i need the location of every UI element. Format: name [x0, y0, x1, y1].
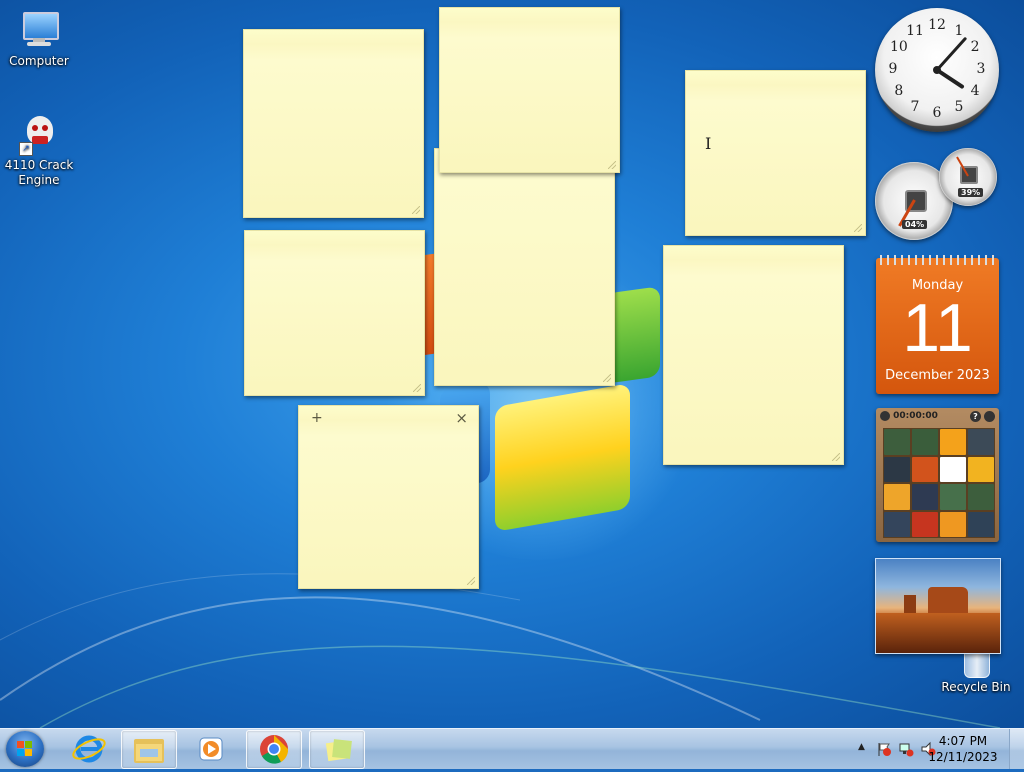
- new-note-button[interactable]: +: [311, 410, 323, 426]
- shortcut-arrow-icon: ↗: [19, 142, 33, 156]
- sticky-note[interactable]: [244, 230, 425, 396]
- resize-grip-icon[interactable]: [413, 384, 421, 392]
- resize-grip-icon[interactable]: [603, 374, 611, 382]
- timer-icon: [880, 411, 890, 421]
- resize-grip-icon[interactable]: [854, 224, 862, 232]
- sticky-note-active[interactable]: + ×: [298, 405, 479, 589]
- computer-icon: [19, 10, 59, 50]
- clock-center: [933, 66, 941, 74]
- show-hidden-icons-button[interactable]: ▲: [858, 742, 865, 752]
- puzzle-shuffle-icon[interactable]: [984, 411, 995, 422]
- taskbar: ▲ 4:07 PM 12/11/2023: [0, 728, 1024, 769]
- hour-hand: [935, 68, 965, 89]
- puzzle-timer: 00:00:00: [893, 411, 938, 421]
- sticky-note[interactable]: [663, 245, 844, 465]
- taskbar-windows-explorer[interactable]: [121, 730, 177, 769]
- puzzle-help-button[interactable]: ?: [970, 411, 981, 422]
- calendar-day-number: 11: [902, 290, 973, 366]
- resize-grip-icon[interactable]: [467, 577, 475, 585]
- desert-ground: [876, 613, 1000, 653]
- text-cursor-icon: I: [705, 134, 712, 153]
- taskbar-media-player[interactable]: [183, 730, 237, 767]
- clock-date[interactable]: 12/11/2023: [928, 750, 998, 764]
- skull-icon: ↗: [19, 114, 59, 156]
- puzzle-tile[interactable]: [968, 511, 994, 537]
- desktop-icon-recycle-bin[interactable]: Recycle Bin: [936, 650, 1016, 694]
- cpu-value: 04%: [902, 220, 928, 229]
- puzzle-tile[interactable]: [940, 511, 966, 537]
- windows-flag-icon: [17, 741, 32, 756]
- folder-icon: [134, 739, 164, 763]
- puzzle-tile[interactable]: [884, 456, 910, 482]
- mesa-rock: [904, 595, 916, 613]
- desktop-icon-crack-engine[interactable]: ↗ 4110 Crack Engine: [0, 114, 78, 188]
- chrome-icon: [260, 735, 289, 764]
- desktop-icon-label: Recycle Bin: [941, 680, 1011, 694]
- desktop-icon-label: Computer: [9, 54, 69, 68]
- start-button[interactable]: [6, 731, 44, 767]
- puzzle-tile[interactable]: [884, 429, 910, 455]
- puzzle-tile[interactable]: [912, 456, 938, 482]
- resize-grip-icon[interactable]: [832, 453, 840, 461]
- picture-puzzle-gadget[interactable]: 00:00:00 ?: [876, 408, 999, 542]
- puzzle-tile[interactable]: [968, 456, 994, 482]
- puzzle-tile[interactable]: [884, 484, 910, 510]
- resize-grip-icon[interactable]: [608, 161, 616, 169]
- taskbar-google-chrome[interactable]: [246, 730, 302, 769]
- mesa-rock: [928, 587, 968, 613]
- puzzle-tile[interactable]: [940, 484, 966, 510]
- calendar-gadget[interactable]: Monday 11 December 2023: [876, 255, 999, 394]
- puzzle-tile[interactable]: [940, 429, 966, 455]
- slideshow-gadget[interactable]: [875, 558, 1001, 654]
- clock-hands: [933, 37, 967, 89]
- puzzle-grid[interactable]: [883, 428, 995, 538]
- memory-dial: 39%: [939, 148, 997, 206]
- internet-explorer-icon: [72, 735, 106, 763]
- sticky-note[interactable]: [434, 148, 615, 386]
- resize-grip-icon[interactable]: [412, 206, 420, 214]
- desktop-icon-computer[interactable]: Computer: [0, 10, 78, 68]
- clock-time[interactable]: 4:07 PM: [928, 734, 998, 748]
- puzzle-tile[interactable]: [912, 511, 938, 537]
- puzzle-tile[interactable]: [940, 456, 966, 482]
- puzzle-tile[interactable]: [912, 484, 938, 510]
- sticky-note[interactable]: [439, 7, 620, 173]
- delete-note-button[interactable]: ×: [455, 409, 468, 427]
- clock-gadget[interactable]: 12 1 2 3 4 5 6 7 8 9 10 11: [875, 8, 999, 132]
- media-player-icon: [199, 737, 223, 761]
- action-center-flag-icon[interactable]: [876, 741, 892, 757]
- taskbar-internet-explorer[interactable]: [62, 730, 116, 767]
- calendar-rings: [880, 255, 995, 265]
- puzzle-tile[interactable]: [912, 429, 938, 455]
- desktop-background[interactable]: Computer ↗ 4110 Crack Engine Recycle Bin…: [0, 0, 1024, 728]
- desktop-icon-label: 4110 Crack Engine: [4, 158, 74, 187]
- taskbar-sticky-notes[interactable]: [309, 730, 365, 769]
- cpu-meter-gadget[interactable]: 04% 39%: [875, 148, 1000, 244]
- puzzle-tile[interactable]: [968, 484, 994, 510]
- puzzle-tile[interactable]: [884, 511, 910, 537]
- memory-value: 39%: [958, 188, 984, 197]
- calendar-month-year: December 2023: [885, 368, 990, 383]
- show-desktop-button[interactable]: [1009, 729, 1024, 769]
- sticky-note[interactable]: [243, 29, 424, 218]
- network-icon[interactable]: [898, 741, 914, 757]
- sticky-note-toolbar: [299, 406, 478, 432]
- notification-area: ▲ 4:07 PM 12/11/2023: [834, 729, 1024, 769]
- sticky-note[interactable]: [685, 70, 866, 236]
- sticky-notes-icon: [325, 739, 352, 762]
- minute-hand: [935, 37, 967, 72]
- recycle-bin-icon: [961, 650, 991, 678]
- puzzle-tile[interactable]: [968, 429, 994, 455]
